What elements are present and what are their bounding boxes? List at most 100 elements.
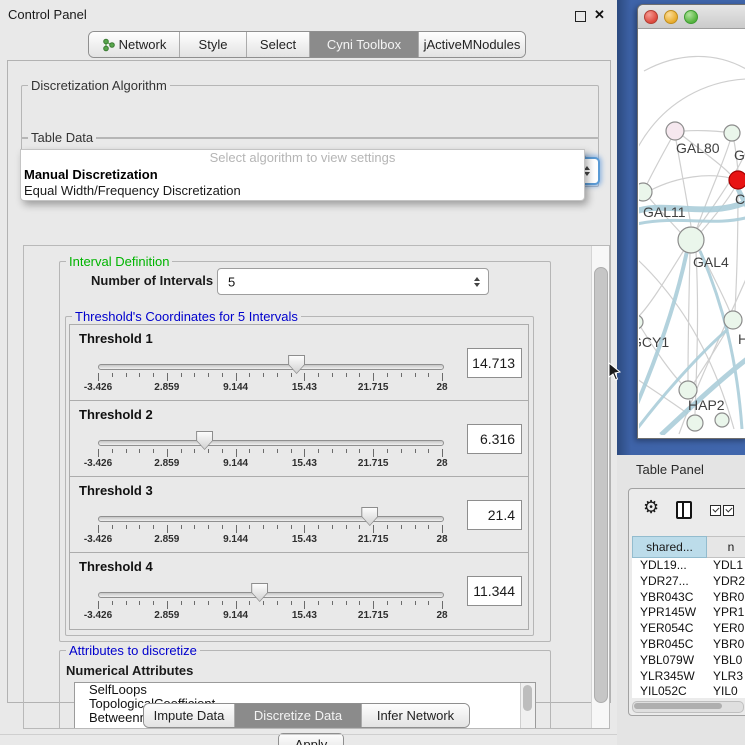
threshold-panel: Threshold 4-3.4262.8599.14415.4321.71528… [69,552,529,630]
network-node[interactable] [724,125,740,141]
network-node[interactable] [715,413,729,427]
threshold-value-field[interactable]: 21.4 [467,500,522,530]
table-row[interactable]: YDR27...YDR2 [632,574,745,590]
table-row[interactable]: YPR145WYPR1 [632,605,745,621]
group-title: Discretization Algorithm [28,78,170,93]
tick-label: -3.426 [84,610,112,621]
minimize-traffic-light[interactable] [664,10,678,24]
dropdown-option-equal-width[interactable]: Equal Width/Frequency Discretization [21,183,584,200]
node-label: HAP2 [688,397,725,413]
threshold-value-field[interactable]: 6.316 [467,424,522,454]
tick-label: 21.715 [358,382,389,393]
threshold-value-field[interactable]: 14.713 [467,348,522,378]
slider-track[interactable] [98,592,444,598]
network-node[interactable] [678,227,704,253]
slider-track[interactable] [98,516,444,522]
slider-thumb[interactable] [196,431,213,450]
tick-label: 9.144 [223,534,248,545]
table-row[interactable]: YBR045CYBR0 [632,637,745,653]
tab-discretize-data[interactable]: Discretize Data [234,704,361,727]
list-item[interactable]: SelfLoops [75,683,535,697]
algorithm-group: Discretization Algorithm [21,85,599,139]
settings-scrollbar-thumb[interactable] [594,267,608,703]
column-header-shared[interactable]: shared... [632,536,707,558]
tick-label: 9.144 [223,382,248,393]
table-row[interactable]: YDL19...YDL1 [632,558,745,574]
num-intervals-label: Number of Intervals [91,273,213,288]
combo-arrows-icon[interactable] [584,166,591,176]
column-header-name[interactable]: n [707,536,745,558]
table-row[interactable]: YLR345WYLR3 [632,669,745,685]
network-view-window: GAL80GCGAL11GAL4GCY1HHAP2 [637,4,745,439]
slider-thumb[interactable] [251,583,268,602]
tab-style[interactable]: Style [179,32,246,57]
tick-label: 2.859 [154,458,179,469]
column-select-icon[interactable] [710,505,734,516]
slider-track[interactable] [98,364,444,370]
threshold-value-field[interactable]: 11.344 [467,576,522,606]
tick-marks [98,373,443,382]
numerical-attributes-label: Numerical Attributes [66,663,193,678]
network-node[interactable] [724,311,742,329]
table-hscrollbar-thumb[interactable] [634,703,722,709]
gear-icon[interactable]: ⚙ [643,498,659,516]
tick-label: 28 [436,382,447,393]
tick-label: 9.144 [223,610,248,621]
node-label: C [735,191,745,207]
tick-labels: -3.4262.8599.14415.4321.71528 [98,610,443,622]
combo-arrows-icon[interactable] [474,277,481,287]
close-traffic-light[interactable] [644,10,658,24]
list-scrollbar[interactable] [520,683,535,729]
window-bottom-divider [0,734,617,735]
tick-marks [98,525,443,534]
slider-thumb[interactable] [361,507,378,526]
screen: Control Panel ✕ Network Style Select Cyn… [0,0,745,745]
network-node[interactable] [639,183,652,201]
table-row[interactable]: YER054CYER0 [632,621,745,637]
table-header: shared... n [632,536,745,558]
slider-track[interactable] [98,440,444,446]
network-node[interactable] [729,171,745,189]
table-row[interactable]: YBL079WYBL0 [632,653,745,669]
threshold-label: Threshold 4 [79,559,153,574]
settings-scrollbar[interactable] [591,246,609,728]
window-title: Control Panel [8,7,87,22]
mouse-cursor [608,362,621,381]
table-hscrollbar[interactable] [632,701,744,713]
table-row[interactable]: YIL052CYIL0 [632,684,745,698]
tick-labels: -3.4262.8599.14415.4321.71528 [98,458,443,470]
node-label: GAL80 [676,140,720,156]
network-node[interactable] [687,415,703,431]
tick-label: 15.43 [292,610,317,621]
tab-network[interactable]: Network [89,32,179,57]
network-window-titlebar[interactable] [638,5,745,29]
tick-label: 21.715 [358,610,389,621]
node-label: GAL11 [643,204,686,220]
threshold-label: Threshold 1 [79,331,153,346]
table-panel-title: Table Panel [636,462,704,477]
split-panel-icon[interactable] [676,501,692,519]
tab-select[interactable]: Select [246,32,309,57]
tab-impute-data[interactable]: Impute Data [144,704,234,727]
node-label: GCY1 [639,334,669,350]
threshold-label: Threshold 2 [79,407,153,422]
tick-label: 28 [436,610,447,621]
network-node[interactable] [639,315,643,329]
tab-jactivemnodules[interactable]: jActiveMNodules [418,32,525,57]
tab-infer-network[interactable]: Infer Network [361,704,469,727]
zoom-traffic-light[interactable] [684,10,698,24]
close-icon[interactable]: ✕ [594,7,605,23]
table-row[interactable]: YBR043CYBR0 [632,590,745,606]
float-window-icon[interactable] [575,11,586,22]
tick-label: 28 [436,458,447,469]
num-intervals-combobox[interactable]: 5 [217,268,489,295]
network-node[interactable] [666,122,684,140]
tab-cyni-toolbox[interactable]: Cyni Toolbox [309,32,418,57]
dropdown-option-manual[interactable]: Manual Discretization [21,167,584,184]
tick-labels: -3.4262.8599.14415.4321.71528 [98,382,443,394]
settings-scroll-area: Interval Definition Number of Intervals … [23,245,610,729]
network-canvas[interactable]: GAL80GCGAL11GAL4GCY1HHAP2 [639,29,745,435]
node-table-panel: ⚙ shared... n YDL19...YDL1YDR27...YDR2YB… [628,488,745,716]
list-scrollbar-thumb[interactable] [523,685,532,711]
slider-thumb[interactable] [288,355,305,374]
